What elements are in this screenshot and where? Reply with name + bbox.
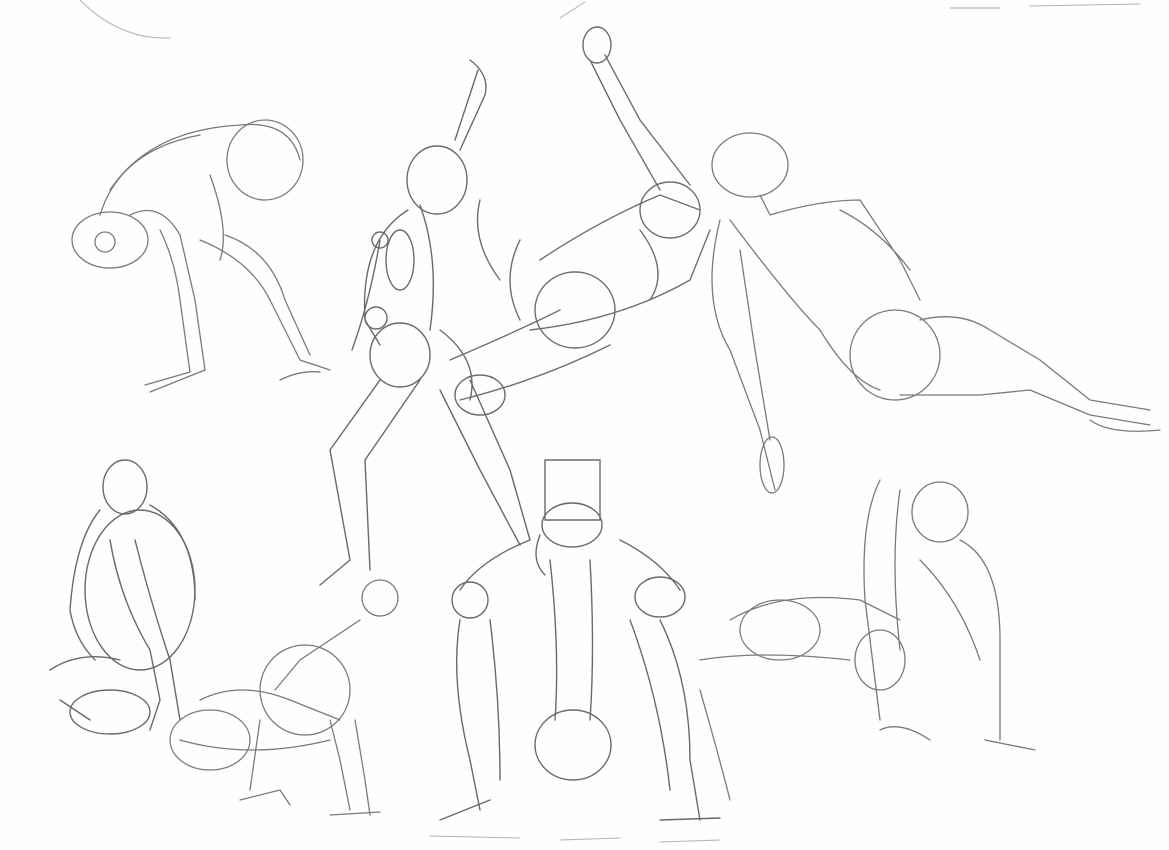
gesture-sketch-sheet xyxy=(0,0,1169,850)
crouching-figure xyxy=(71,119,331,393)
reaching-standing-figure xyxy=(319,59,546,586)
paper-edge-marks xyxy=(79,0,1141,843)
seated-leaning-back-figure xyxy=(699,479,1036,801)
seated-hugging-knees-figure xyxy=(49,459,196,735)
kneeling-forward-figure xyxy=(169,579,399,816)
reclining-figure xyxy=(711,132,1161,494)
sketch-canvas xyxy=(49,0,1161,843)
leaning-arm-raised-figure xyxy=(449,26,711,401)
squatting-figure xyxy=(439,459,721,821)
